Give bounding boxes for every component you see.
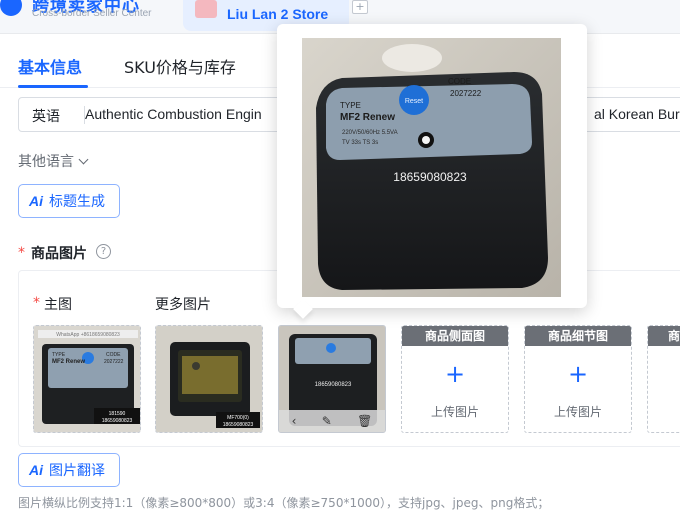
store-avatar-icon bbox=[195, 0, 217, 18]
tab-basic-info[interactable]: 基本信息 bbox=[18, 54, 82, 78]
ai-image-translate-label: 图片翻译 bbox=[49, 463, 105, 479]
move-left-icon[interactable]: ‹ bbox=[292, 414, 297, 428]
more-images-label: 更多图片 bbox=[155, 297, 211, 313]
ai-image-translate-button[interactable]: Ai 图片翻译 bbox=[18, 453, 120, 487]
other-languages-toggle[interactable]: 其他语言 bbox=[18, 151, 89, 171]
upload-slot-header: 商 bbox=[648, 326, 680, 346]
product-title-input-tail[interactable]: al Korean Burr bbox=[594, 106, 680, 122]
image-requirements-note: 图片横纵比例支持1:1（像素≥800*800）或3:4（像素≥750*1000）… bbox=[18, 496, 550, 510]
ai-icon: Ai bbox=[29, 462, 43, 478]
thumb3-phone-text: 18659080823 bbox=[315, 382, 352, 388]
main-image-photo: WhatsApp +8618659080823 TYPE MF2 Renew C… bbox=[34, 326, 140, 432]
upload-extra-image-slot[interactable]: 商 bbox=[647, 325, 680, 433]
upload-slot-header: 商品细节图 bbox=[525, 326, 631, 346]
thumb2-tag-phone: 18659080823 bbox=[223, 422, 254, 428]
preview-specs-line2: TV 33s TS 3s bbox=[342, 140, 378, 146]
ai-icon: Ai bbox=[29, 193, 43, 209]
other-languages-label: 其他语言 bbox=[18, 154, 74, 170]
add-store-tab-button[interactable]: + bbox=[352, 0, 368, 14]
upload-detail-image-slot[interactable]: 商品细节图 + 上传图片 bbox=[524, 325, 632, 433]
preview-type-label: TYPE bbox=[340, 101, 361, 110]
preview-photo: Reset TYPE MF2 Renew CODE 2027222 220V/5… bbox=[302, 38, 561, 297]
thumbnail-actions-bar: ‹ ✎ 🗑 bbox=[279, 410, 385, 432]
preview-model-text: MF2 Renew bbox=[340, 112, 395, 123]
thumb1-type-text: TYPE bbox=[52, 352, 66, 358]
product-title-input[interactable]: Authentic Combustion Engin bbox=[85, 106, 262, 122]
more-image-thumbnail-1[interactable]: MF700(0) 18659080823 bbox=[155, 325, 263, 433]
thumb1-tag-phone: 18659080823 bbox=[102, 418, 133, 424]
plus-icon: + bbox=[567, 360, 589, 388]
active-tab-indicator bbox=[18, 85, 88, 88]
brand-subtitle: Cross-border Seller Center bbox=[32, 8, 152, 19]
upload-slot-text: 上传图片 bbox=[553, 405, 602, 419]
tab-sku-price-stock[interactable]: SKU价格与库存 bbox=[124, 54, 236, 78]
more-image-thumbnail-2[interactable]: 18659080823 ‹ ✎ 🗑 bbox=[278, 325, 386, 433]
help-icon[interactable]: ? bbox=[96, 244, 111, 259]
ai-title-generate-button[interactable]: Ai 标题生成 bbox=[18, 184, 120, 218]
thumb1-model-text: MF2 Renew bbox=[52, 359, 85, 365]
upload-side-image-slot[interactable]: 商品侧面图 + 上传图片 bbox=[401, 325, 509, 433]
plus-icon: + bbox=[444, 360, 466, 388]
thumb1-code-label: CODE bbox=[106, 352, 121, 358]
upload-slot-text: 上传图片 bbox=[430, 405, 479, 419]
delete-icon[interactable]: 🗑 bbox=[357, 414, 372, 428]
brand-logo bbox=[0, 0, 22, 16]
preview-specs-line1: 220V/50/60Hz 5.5VA bbox=[342, 130, 398, 136]
chevron-down-icon bbox=[78, 154, 89, 165]
thumb1-tag-id: 181590 bbox=[109, 411, 126, 417]
edit-icon[interactable]: ✎ bbox=[322, 414, 332, 428]
upload-slot-header: 商品侧面图 bbox=[402, 326, 508, 346]
thumb1-code-text: 2027222 bbox=[104, 359, 124, 365]
main-image-thumbnail[interactable]: WhatsApp +8618659080823 TYPE MF2 Renew C… bbox=[33, 325, 141, 433]
preview-phone-text: 18659080823 bbox=[393, 170, 467, 184]
required-mark: * bbox=[18, 245, 25, 261]
preview-reset-label: Reset bbox=[405, 98, 423, 105]
title-language-label: 英语 bbox=[32, 109, 60, 125]
more-image-photo-1: MF700(0) 18659080823 bbox=[156, 326, 262, 432]
main-image-required-mark: * bbox=[33, 295, 40, 311]
thumb2-tag-id: MF700(0) bbox=[227, 415, 249, 421]
thumb1-whatsapp-text: WhatsApp +8618659080823 bbox=[56, 332, 120, 338]
preview-code-label: CODE bbox=[448, 77, 471, 86]
ai-title-generate-label: 标题生成 bbox=[49, 194, 105, 210]
image-preview: Reset TYPE MF2 Renew CODE 2027222 220V/5… bbox=[302, 38, 561, 297]
store-name: Liu Lan 2 Store bbox=[227, 6, 329, 22]
product-images-label: 商品图片 bbox=[31, 246, 87, 262]
main-image-label: 主图 bbox=[44, 297, 72, 313]
preview-code-text: 2027222 bbox=[450, 89, 482, 98]
